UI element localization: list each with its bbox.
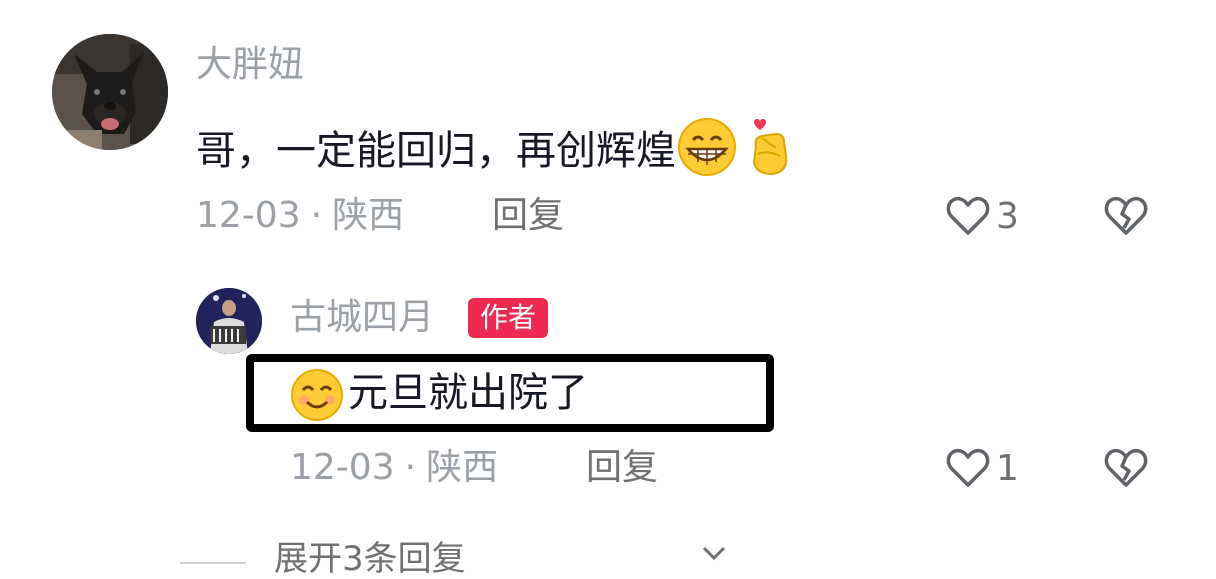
- dislike-button[interactable]: [1102, 192, 1150, 240]
- divider: [180, 562, 246, 564]
- meta-separator: ·: [404, 447, 417, 488]
- reply-text: 元旦就出院了: [348, 370, 588, 416]
- username[interactable]: 古城四月: [290, 300, 434, 336]
- like-button[interactable]: 3: [944, 192, 1019, 240]
- comment-location: 陕西: [332, 195, 405, 236]
- smiling-face-emoji-icon: [290, 368, 344, 426]
- heart-outline-icon: [946, 448, 990, 487]
- like-count: 1: [996, 447, 1019, 489]
- comment-date: 12-03: [196, 195, 301, 236]
- avatar[interactable]: [196, 288, 262, 354]
- author-badge: 作者: [468, 298, 549, 338]
- broken-heart-icon: [1104, 196, 1148, 235]
- finger-heart-emoji-icon: [746, 116, 796, 185]
- reply-button[interactable]: 回复: [492, 198, 564, 234]
- reply-button[interactable]: 回复: [586, 450, 658, 486]
- reply-location: 陕西: [426, 447, 499, 488]
- dislike-button[interactable]: [1102, 444, 1150, 492]
- comment-meta: 12-03 · 陕西: [196, 198, 404, 234]
- expand-replies-label: 展开3条回复: [274, 539, 466, 579]
- chevron-down-icon: [702, 546, 726, 561]
- avatar[interactable]: [52, 34, 168, 150]
- comment-text-label: 哥，一定能回归，再创辉煌: [196, 127, 676, 174]
- expand-replies-button[interactable]: 展开3条回复: [180, 540, 780, 576]
- like-button[interactable]: 1: [944, 444, 1019, 492]
- grinning-face-emoji-icon: [676, 116, 738, 185]
- reply-date: 12-03: [290, 447, 395, 488]
- username[interactable]: 大胖妞: [196, 47, 304, 83]
- meta-separator: ·: [310, 195, 323, 236]
- heart-outline-icon: [946, 196, 990, 235]
- like-count: 3: [996, 195, 1019, 237]
- broken-heart-icon: [1104, 448, 1148, 487]
- comment-text: 哥，一定能回归，再创辉煌: [196, 116, 796, 185]
- reply-meta: 12-03 · 陕西: [290, 450, 498, 486]
